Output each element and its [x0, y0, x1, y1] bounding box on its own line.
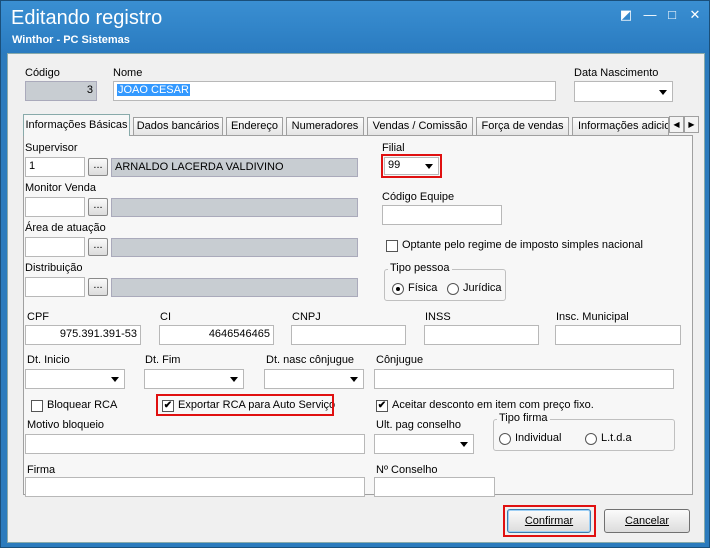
monitor-venda-lookup-button[interactable]: ... — [88, 198, 108, 216]
motivo-bloqueio-label: Motivo bloqueio — [27, 419, 105, 431]
tab-informacoes-basicas[interactable]: Informações Básicas — [23, 114, 130, 136]
tab-panel-informacoes-basicas: Supervisor 1 ... ARNALDO LACERDA VALDIVI… — [23, 135, 693, 497]
insc-municipal-field[interactable] — [555, 325, 681, 345]
tab-scroll-left-icon[interactable]: ◀ — [669, 116, 684, 133]
ci-field[interactable]: 4646546465 — [159, 325, 274, 345]
insc-municipal-label: Insc. Municipal — [556, 311, 629, 323]
close-icon[interactable]: ✕ — [687, 8, 703, 22]
maximize-icon[interactable]: □ — [664, 8, 680, 22]
cpf-label: CPF — [27, 311, 49, 323]
dt-nasc-conjugue-label: Dt. nasc cônjugue — [266, 354, 355, 366]
tab-forca-de-vendas[interactable]: Força de vendas — [476, 117, 569, 135]
supervisor-code-field[interactable]: 1 — [25, 157, 85, 177]
dt-inicio-dropdown[interactable] — [25, 369, 125, 389]
optante-label: Optante pelo regime de imposto simples n… — [402, 239, 643, 251]
firma-label: Firma — [27, 464, 56, 476]
minimize-icon[interactable]: — — [642, 8, 658, 22]
nome-field[interactable]: JOAO CESAR — [113, 81, 556, 101]
restore-icon[interactable]: ◩ — [618, 8, 634, 22]
tipo-pessoa-label: Tipo pessoa — [388, 262, 452, 274]
tab-dados-bancarios[interactable]: Dados bancários — [133, 117, 223, 135]
cnpj-field[interactable] — [291, 325, 406, 345]
window-title: Editando registro — [11, 7, 163, 29]
inss-field[interactable] — [424, 325, 539, 345]
chevron-down-icon — [350, 377, 358, 382]
window-client-area: Código 3 Nome JOAO CESAR Data Nascimento… — [7, 53, 705, 543]
ult-pag-conselho-label: Ult. pag conselho — [376, 419, 461, 431]
bloquear-rca-label: Bloquear RCA — [47, 399, 118, 411]
cnpj-label: CNPJ — [292, 311, 321, 323]
aceitar-desconto-checkbox[interactable]: ✔ — [376, 400, 388, 412]
individual-radio[interactable] — [499, 433, 511, 445]
distribuicao-label: Distribuição — [25, 262, 83, 274]
tab-scroll-right-icon[interactable]: ▶ — [684, 116, 699, 133]
chevron-down-icon — [230, 377, 238, 382]
chevron-down-icon — [659, 90, 667, 95]
individual-label: Individual — [515, 432, 562, 444]
tab-bar: Informações Básicas Dados bancários Ende… — [23, 114, 699, 136]
supervisor-label: Supervisor — [25, 142, 78, 154]
nome-selected-text: JOAO CESAR — [117, 84, 190, 96]
codigo-equipe-label: Código Equipe — [382, 191, 455, 203]
confirmar-highlight — [503, 505, 596, 537]
tab-endereco[interactable]: Endereço — [226, 117, 283, 135]
monitor-venda-label: Monitor Venda — [25, 182, 96, 194]
distribuicao-lookup-button[interactable]: ... — [88, 278, 108, 296]
area-atuacao-code-field[interactable] — [25, 237, 85, 257]
distribuicao-name-field — [111, 278, 358, 297]
cpf-field[interactable]: 975.391.391-53 — [25, 325, 141, 345]
chevron-down-icon — [111, 377, 119, 382]
monitor-venda-code-field[interactable] — [25, 197, 85, 217]
data-nascimento-dropdown[interactable] — [574, 81, 673, 102]
supervisor-lookup-button[interactable]: ... — [88, 158, 108, 176]
edit-record-window: Editando registro Winthor - PC Sistemas … — [0, 0, 710, 548]
fisica-label: Física — [408, 282, 438, 294]
conjugue-field[interactable] — [374, 369, 674, 389]
area-atuacao-lookup-button[interactable]: ... — [88, 238, 108, 256]
tab-numeradores[interactable]: Numeradores — [286, 117, 364, 135]
fisica-radio[interactable] — [392, 283, 404, 295]
aceitar-desconto-label: Aceitar desconto em item com preço fixo. — [392, 399, 594, 411]
filial-highlight — [381, 154, 442, 178]
conjugue-label: Cônjugue — [376, 354, 424, 366]
cancelar-button[interactable]: Cancelar — [604, 509, 690, 533]
area-atuacao-label: Área de atuação — [25, 222, 106, 234]
data-nascimento-label: Data Nascimento — [574, 67, 659, 79]
cancelar-label: Cancelar — [624, 515, 670, 527]
window-subtitle: Winthor - PC Sistemas — [12, 34, 130, 46]
distribuicao-code-field[interactable] — [25, 277, 85, 297]
no-conselho-field[interactable] — [374, 477, 495, 497]
dt-inicio-label: Dt. Inicio — [27, 354, 70, 366]
ltda-radio[interactable] — [585, 433, 597, 445]
chevron-down-icon — [460, 442, 468, 447]
supervisor-name-field: ARNALDO LACERDA VALDIVINO — [111, 158, 358, 177]
dt-fim-dropdown[interactable] — [144, 369, 244, 389]
codigo-equipe-field[interactable] — [382, 205, 502, 225]
no-conselho-label: Nº Conselho — [376, 464, 438, 476]
filial-label: Filial — [382, 142, 405, 154]
firma-field[interactable] — [25, 477, 365, 497]
title-bar[interactable]: Editando registro Winthor - PC Sistemas … — [1, 1, 709, 53]
tab-informacoes-adicionais[interactable]: Informações adicio — [572, 117, 669, 135]
area-atuacao-name-field — [111, 238, 358, 257]
dt-nasc-conjugue-dropdown[interactable] — [264, 369, 364, 389]
exportar-rca-highlight — [156, 394, 334, 416]
codigo-label: Código — [25, 67, 60, 79]
nome-label: Nome — [113, 67, 143, 79]
optante-checkbox[interactable] — [386, 240, 398, 252]
ci-label: CI — [160, 311, 171, 323]
codigo-field[interactable]: 3 — [25, 81, 97, 101]
monitor-venda-name-field — [111, 198, 358, 217]
ltda-label: L.t.d.a — [601, 432, 632, 444]
bloquear-rca-checkbox[interactable] — [31, 400, 43, 412]
motivo-bloqueio-field[interactable] — [25, 434, 365, 454]
juridica-radio[interactable] — [447, 283, 459, 295]
juridica-label: Jurídica — [463, 282, 502, 294]
dt-fim-label: Dt. Fim — [145, 354, 181, 366]
inss-label: INSS — [425, 311, 451, 323]
ult-pag-conselho-dropdown[interactable] — [374, 434, 474, 454]
tab-vendas-comissao[interactable]: Vendas / Comissão — [367, 117, 473, 135]
tipo-firma-label: Tipo firma — [497, 412, 550, 424]
